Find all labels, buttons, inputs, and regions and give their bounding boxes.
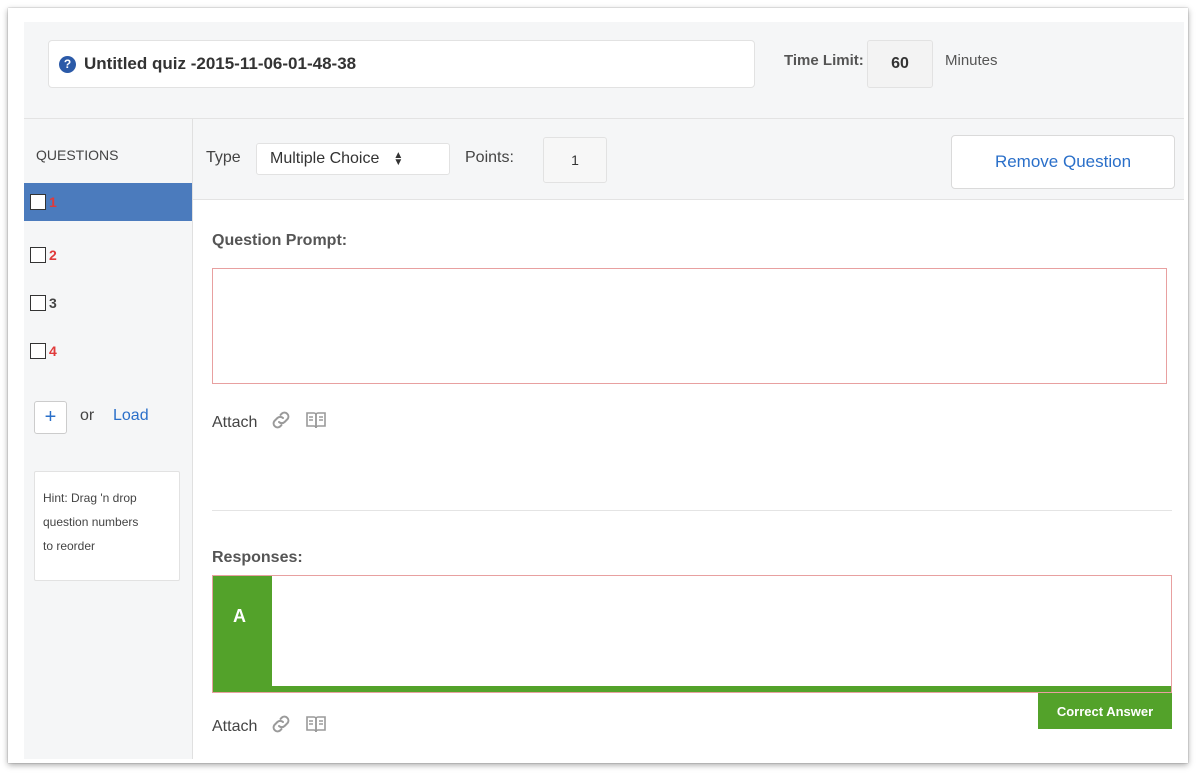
response-a-editor[interactable]: A	[212, 575, 1172, 693]
add-question-button[interactable]: +	[34, 401, 67, 434]
quiz-title-text: Untitled quiz -2015-11-06-01-48-38	[84, 54, 357, 73]
question-prompt-editor[interactable]	[212, 268, 1167, 384]
link-icon[interactable]	[269, 712, 293, 741]
question-mark-icon: ?	[59, 55, 76, 73]
question-type-value: Multiple Choice	[270, 150, 380, 167]
reorder-hint: Hint: Drag 'n drop question numbers to r…	[34, 471, 180, 581]
points-label: Points:	[465, 149, 514, 166]
question-type-select[interactable]: Multiple Choice ▲ ▼	[256, 143, 450, 175]
attach-label: Attach	[212, 413, 258, 431]
remove-question-button[interactable]: Remove Question	[951, 135, 1175, 189]
question-number-2: 2	[49, 247, 57, 263]
question-number-1: 1	[49, 194, 57, 210]
question-checkbox-3[interactable]	[30, 295, 46, 311]
question-checkbox-2[interactable]	[30, 247, 46, 263]
type-label: Type	[206, 149, 241, 166]
question-item-2[interactable]: 2	[24, 236, 192, 274]
question-prompt-label: Question Prompt:	[212, 232, 348, 249]
attach-label: Attach	[212, 717, 258, 735]
plus-icon: +	[44, 406, 57, 428]
questions-sidebar: QUESTIONS 1 2 3 4 + or Load Hint: Drag '…	[24, 119, 193, 759]
question-item-3[interactable]: 3	[24, 284, 192, 322]
time-limit-input[interactable]: 60	[867, 40, 933, 88]
question-item-4[interactable]: 4	[24, 332, 192, 370]
response-letter-badge[interactable]: A	[213, 576, 272, 692]
link-icon[interactable]	[269, 408, 293, 437]
time-limit-label: Time Limit:	[784, 52, 864, 69]
quiz-title-field[interactable]: ? Untitled quiz -2015-11-06-01-48-38	[48, 40, 755, 88]
points-input[interactable]: 1	[543, 137, 607, 183]
quiz-header: ? Untitled quiz -2015-11-06-01-48-38 Tim…	[24, 22, 1184, 119]
question-checkbox-4[interactable]	[30, 343, 46, 359]
response-letter: A	[233, 606, 246, 626]
question-item-1[interactable]: 1	[24, 183, 192, 221]
time-unit-label: Minutes	[945, 52, 998, 69]
hint-line: question numbers	[43, 515, 139, 529]
response-attach-row: Attach	[212, 712, 327, 741]
question-number-3: 3	[49, 295, 57, 311]
load-link[interactable]: Load	[113, 407, 149, 425]
or-text: or	[80, 407, 95, 424]
responses-label: Responses:	[212, 549, 303, 566]
select-arrows-icon: ▲ ▼	[393, 150, 404, 168]
question-number-4: 4	[49, 343, 57, 359]
hint-line: to reorder	[43, 539, 96, 553]
hint-line: Hint: Drag 'n drop	[43, 491, 137, 505]
book-icon[interactable]	[305, 714, 327, 739]
question-toolbar: Type Multiple Choice ▲ ▼ Points: 1 Remove…	[193, 119, 1184, 200]
book-icon[interactable]	[305, 410, 327, 435]
question-checkbox-1[interactable]	[30, 194, 46, 210]
prompt-attach-row: Attach	[212, 408, 327, 437]
correct-answer-bar	[213, 686, 1171, 692]
questions-heading: QUESTIONS	[36, 147, 119, 163]
correct-answer-badge: Correct Answer	[1038, 693, 1172, 729]
section-divider	[212, 510, 1172, 511]
